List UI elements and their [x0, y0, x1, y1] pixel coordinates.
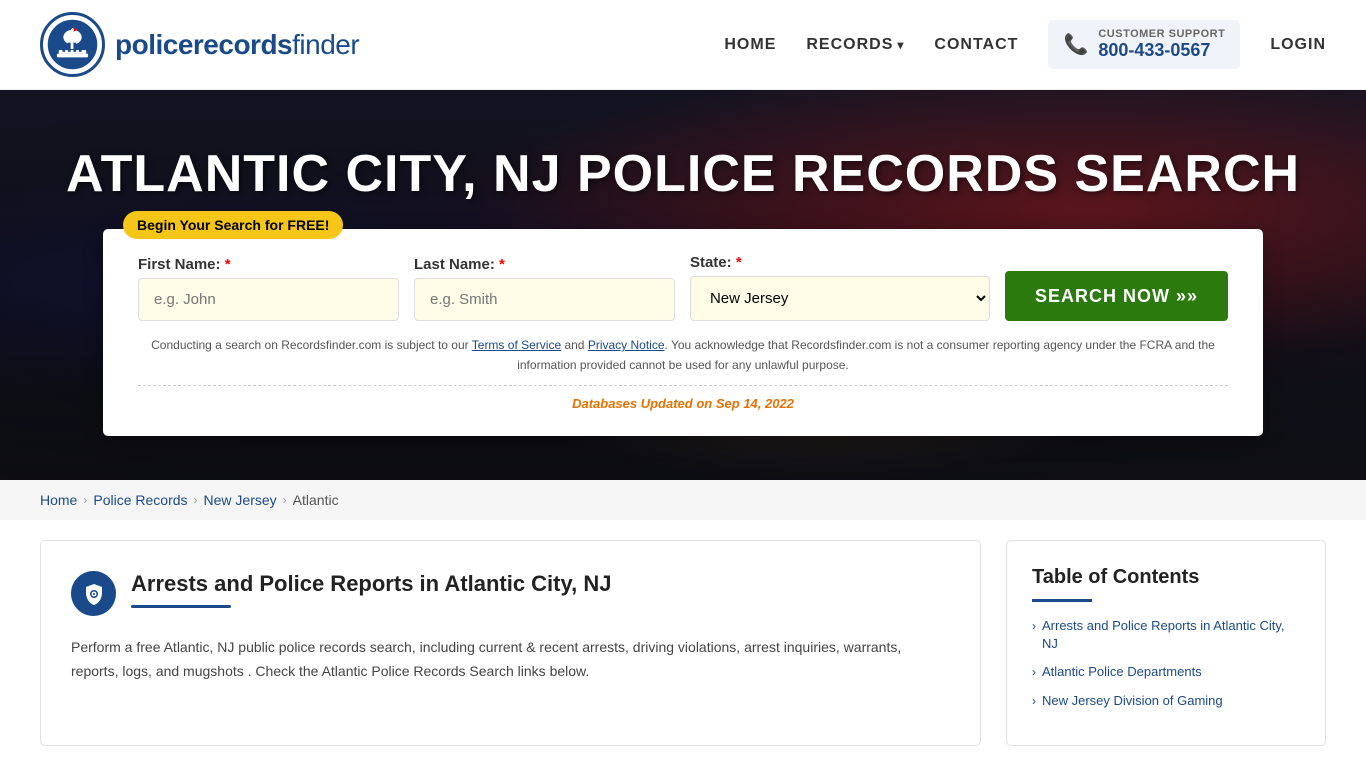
login-button[interactable]: LOGIN [1270, 36, 1326, 54]
phone-icon: 📞 [1063, 32, 1088, 57]
hero-title: ATLANTIC CITY, NJ POLICE RECORDS SEARCH [66, 144, 1300, 204]
breadcrumb: Home › Police Records › New Jersey › Atl… [0, 480, 1366, 520]
breadcrumb-new-jersey[interactable]: New Jersey [204, 492, 277, 508]
first-name-label: First Name: * [138, 256, 399, 273]
first-name-group: First Name: * [138, 256, 399, 321]
first-name-input[interactable] [138, 278, 399, 321]
toc-chevron-icon: › [1032, 665, 1036, 679]
required-mark-2: * [499, 256, 505, 273]
toc-item: › Atlantic Police Departments [1032, 663, 1300, 681]
nav-home[interactable]: HOME [724, 36, 776, 54]
toc-link[interactable]: Atlantic Police Departments [1042, 663, 1202, 681]
support-phone: 800-433-0567 [1098, 40, 1225, 61]
toc-link[interactable]: New Jersey Division of Gaming [1042, 692, 1223, 710]
breadcrumb-sep-1: › [83, 493, 87, 507]
privacy-link[interactable]: Privacy Notice [588, 338, 665, 352]
free-badge: Begin Your Search for FREE! [123, 211, 343, 239]
db-update: Databases Updated on Sep 14, 2022 [138, 385, 1228, 411]
toc-title: Table of Contents [1032, 566, 1300, 589]
state-label: State: * [690, 254, 990, 271]
logo-text: policerecordsfinder [115, 29, 359, 61]
state-group: State: * AlabamaAlaskaArizonaArkansasCal… [690, 254, 990, 321]
toc-item: › Arrests and Police Reports in Atlantic … [1032, 617, 1300, 653]
toc-chevron-icon: › [1032, 619, 1036, 633]
required-mark-3: * [736, 254, 742, 271]
capitol-icon [45, 17, 100, 72]
title-underline [131, 605, 231, 608]
article-title: Arrests and Police Reports in Atlantic C… [131, 571, 611, 597]
support-details: CUSTOMER SUPPORT 800-433-0567 [1098, 28, 1225, 61]
main-nav: HOME RECORDS ▾ CONTACT 📞 CUSTOMER SUPPOR… [724, 20, 1326, 69]
customer-support-box[interactable]: 📞 CUSTOMER SUPPORT 800-433-0567 [1048, 20, 1240, 69]
site-header: policerecordsfinder HOME RECORDS ▾ CONTA… [0, 0, 1366, 90]
article-title-block: Arrests and Police Reports in Atlantic C… [131, 571, 611, 608]
breadcrumb-police-records[interactable]: Police Records [93, 492, 187, 508]
article-body: Perform a free Atlantic, NJ public polic… [71, 636, 950, 684]
breadcrumb-home[interactable]: Home [40, 492, 77, 508]
breadcrumb-current: Atlantic [293, 492, 339, 508]
state-select[interactable]: AlabamaAlaskaArizonaArkansasCaliforniaCo… [690, 276, 990, 321]
last-name-group: Last Name: * [414, 256, 675, 321]
breadcrumb-sep-3: › [283, 493, 287, 507]
toc-chevron-icon: › [1032, 694, 1036, 708]
support-label: CUSTOMER SUPPORT [1098, 28, 1225, 40]
hero-content: ATLANTIC CITY, NJ POLICE RECORDS SEARCH … [0, 114, 1366, 455]
logo[interactable]: policerecordsfinder [40, 12, 359, 77]
nav-records[interactable]: RECORDS ▾ [806, 36, 904, 54]
toc-link[interactable]: Arrests and Police Reports in Atlantic C… [1042, 617, 1300, 653]
required-mark: * [225, 256, 231, 273]
toc-item: › New Jersey Division of Gaming [1032, 692, 1300, 710]
terms-link[interactable]: Terms of Service [472, 338, 561, 352]
main-content: Arrests and Police Reports in Atlantic C… [0, 520, 1366, 766]
disclaimer-text: Conducting a search on Recordsfinder.com… [138, 336, 1228, 374]
badge-icon [71, 571, 116, 616]
search-button[interactable]: SEARCH NOW »» [1005, 271, 1228, 321]
table-of-contents: Table of Contents › Arrests and Police Re… [1006, 540, 1326, 746]
search-card: Begin Your Search for FREE! First Name: … [103, 229, 1263, 435]
content-left: Arrests and Police Reports in Atlantic C… [40, 540, 981, 746]
breadcrumb-sep-2: › [194, 493, 198, 507]
toc-underline [1032, 599, 1092, 602]
nav-contact[interactable]: CONTACT [934, 36, 1018, 54]
toc-list: › Arrests and Police Reports in Atlantic … [1032, 617, 1300, 710]
last-name-label: Last Name: * [414, 256, 675, 273]
chevron-down-icon: ▾ [897, 38, 904, 52]
search-fields: First Name: * Last Name: * State: * [138, 254, 1228, 321]
hero-section: ATLANTIC CITY, NJ POLICE RECORDS SEARCH … [0, 90, 1366, 480]
article-header: Arrests and Police Reports in Atlantic C… [71, 571, 950, 616]
shield-icon [82, 582, 106, 606]
logo-icon [40, 12, 105, 77]
last-name-input[interactable] [414, 278, 675, 321]
